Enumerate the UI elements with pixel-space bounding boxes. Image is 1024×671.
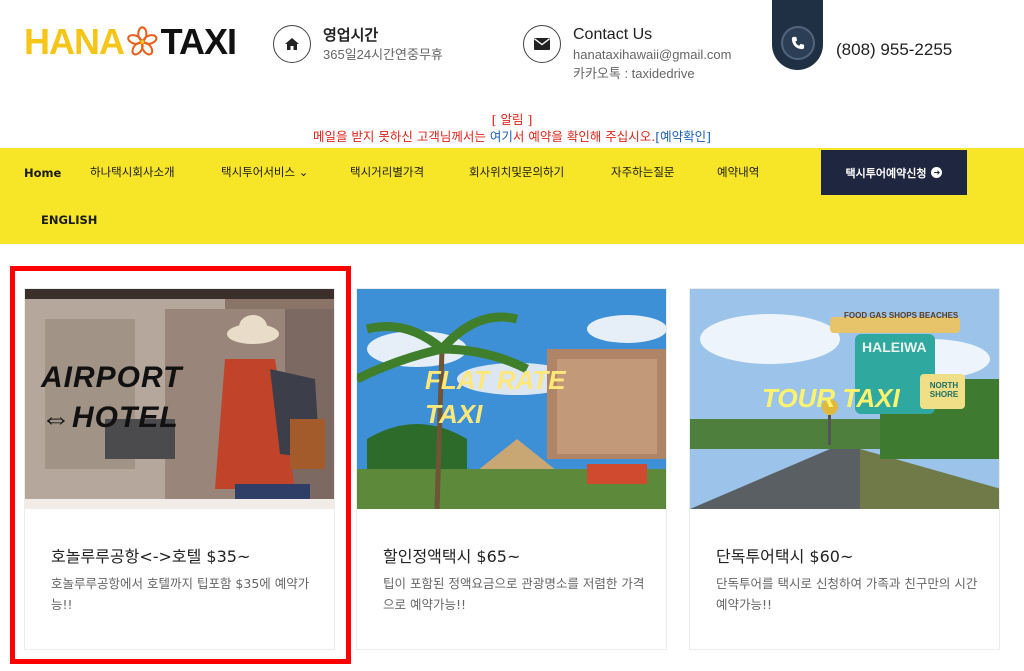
site-logo[interactable]: HANA TAXI	[24, 20, 237, 64]
contact-info: Contact Us hanataxihawaii@gmail.com 카카오톡…	[523, 25, 731, 83]
nav-company-intro[interactable]: 하나택시회사소개	[90, 164, 175, 180]
hours-text: 365일24시간연중무휴	[323, 47, 443, 62]
tour-booking-button[interactable]: 택시투어예약신청 ➜	[821, 150, 967, 195]
card-title[interactable]: 할인정액택시 $65~	[383, 543, 520, 567]
reservation-check-link[interactable]: [예약확인]	[655, 129, 711, 144]
card-flat-rate[interactable]: FLAT RATE TAXI 할인정액택시 $65~ 팁이 포함된 정액요금으로…	[356, 288, 667, 650]
business-hours: 영업시간 365일24시간연중무휴	[273, 25, 443, 64]
nav-distance-price[interactable]: 택시거리별가격	[350, 164, 424, 180]
card-title[interactable]: 단독투어택시 $60~	[716, 543, 853, 567]
notice-text-after: 서 예약을 확인해 주십시오.	[512, 129, 656, 144]
north-shore-sign: NORTH SHORE	[929, 381, 959, 399]
nav-english[interactable]: ENGLISH	[41, 213, 97, 227]
contact-email[interactable]: hanataxihawaii@gmail.com	[573, 45, 731, 64]
phone-icon	[780, 26, 815, 60]
card-description: 팁이 포함된 정액요금으로 관광명소를 저렴한 가격으로 예약가능!!	[383, 576, 645, 612]
card-flat-rate-image[interactable]: FLAT RATE TAXI	[357, 289, 666, 509]
card-tour-taxi-image[interactable]: FOOD GAS SHOPS BEACHES HALEIWA NORTH SHO…	[690, 289, 999, 509]
flat-rate-image-text: FLAT RATE	[425, 365, 566, 395]
card-tour-taxi[interactable]: FOOD GAS SHOPS BEACHES HALEIWA NORTH SHO…	[689, 288, 1000, 650]
hours-title: 영업시간	[323, 26, 379, 44]
arrow-right-icon: ➜	[931, 167, 943, 178]
logo-text-taxi: TAXI	[160, 21, 237, 62]
taxi-image-text: TAXI	[425, 399, 483, 429]
envelope-icon	[523, 25, 561, 63]
phone-tab[interactable]	[772, 0, 823, 70]
haleiwa-sign-top: FOOD GAS SHOPS BEACHES	[844, 311, 959, 320]
nav-home[interactable]: Home	[24, 166, 61, 180]
flower-icon	[127, 26, 158, 56]
contact-title: Contact Us	[573, 26, 653, 43]
home-icon	[273, 25, 311, 63]
nav-faq[interactable]: 자주하는질문	[611, 164, 674, 180]
contact-kakao: 카카오톡 : taxidedrive	[573, 66, 695, 81]
logo-text-hana: HANA	[24, 21, 125, 62]
nav-tour-service[interactable]: 택시투어서비스 ⌄	[221, 164, 308, 180]
tour-booking-label: 택시투어예약신청	[845, 166, 927, 180]
haleiwa-sign: HALEIWA	[862, 339, 927, 355]
tour-taxi-image-text: TOUR TAXI	[762, 383, 900, 413]
notice-text: 메일을 받지 못하신 고객님께서는	[312, 129, 490, 144]
card-description: 단독투어를 택시로 신청하여 가족과 친구만의 시간 예약가능!!	[716, 576, 978, 612]
nav-reservations[interactable]: 예약내역	[717, 164, 759, 180]
site-header: HANA TAXI 영업시간 365일24시간연중무휴 Contact Us h…	[0, 0, 1024, 110]
notice-banner: [ 알림 ] 메일을 받지 못하신 고객님께서는 여기서 예약을 확인해 주십시…	[0, 111, 1024, 145]
phone-number[interactable]: (808) 955-2255	[836, 40, 952, 60]
notice-title: [ 알림 ]	[491, 112, 533, 127]
notice-here-link[interactable]: 여기	[490, 129, 513, 144]
nav-location-contact[interactable]: 회사위치및문의하기	[469, 164, 564, 180]
highlight-box	[10, 266, 351, 664]
